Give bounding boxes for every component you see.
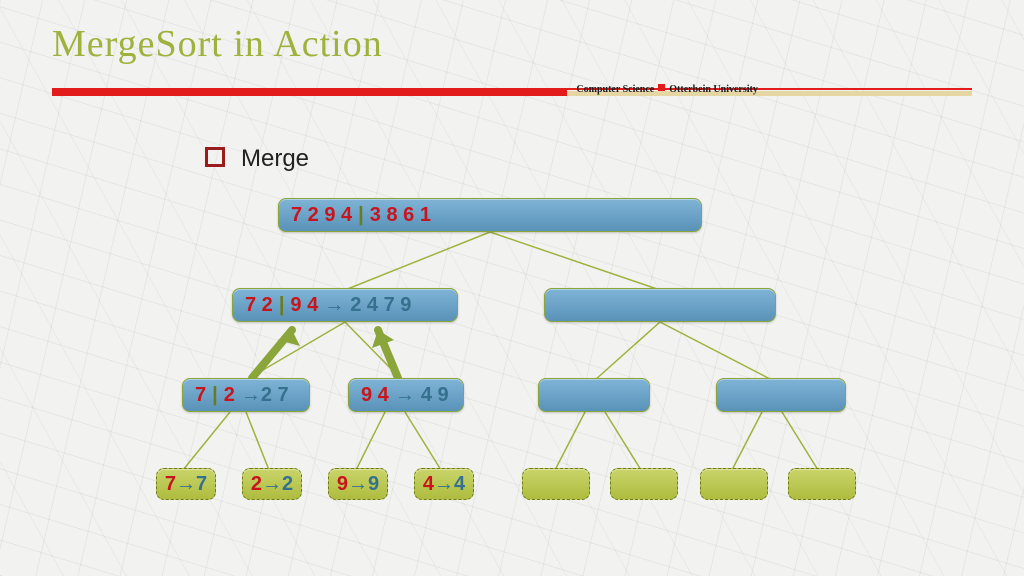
leaf-3: 9→9	[328, 468, 388, 500]
leaf-7	[700, 468, 768, 500]
leaf-6	[610, 468, 678, 500]
leaf-5	[522, 468, 590, 500]
node-l2-rr	[716, 378, 846, 412]
leaf-4: 4→4	[414, 468, 474, 500]
node-l2-ll: 7 | 2 → 2 7	[182, 378, 310, 412]
leaf-1: 7→7	[156, 468, 216, 500]
header-affiliation: Computer ScienceOtterbein University	[576, 84, 757, 95]
leaf-8	[788, 468, 856, 500]
node-l2-lr: 9 4 → 4 9	[348, 378, 464, 412]
node-l1-left: 7 2 | 9 4 → 2 4 7 9	[232, 288, 458, 322]
leaf-2: 2→2	[242, 468, 302, 500]
tree-edges	[0, 0, 1024, 576]
hollow-square-bullet-icon	[205, 147, 225, 167]
node-l2-rl	[538, 378, 650, 412]
slide-title: MergeSort in Action	[52, 22, 383, 66]
divider-band: Computer ScienceOtterbein University	[52, 88, 972, 100]
bullet-square-icon	[658, 84, 665, 91]
node-l1-right	[544, 288, 776, 322]
bullet-merge: Merge	[205, 145, 309, 173]
node-root: 7 2 9 4 | 3 8 6 1	[278, 198, 702, 232]
